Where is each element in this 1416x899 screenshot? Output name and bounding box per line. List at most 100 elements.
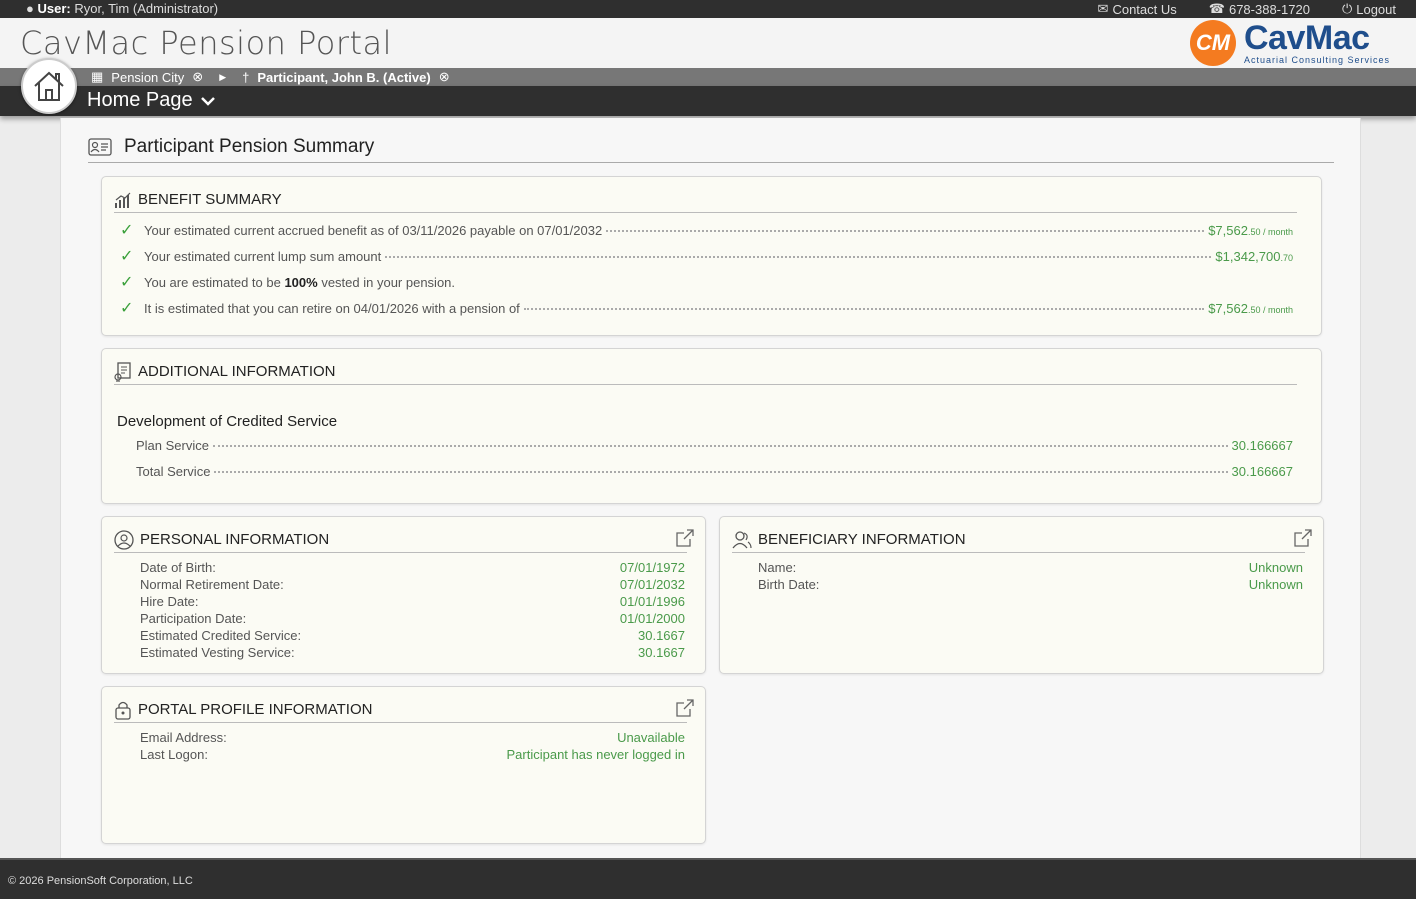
nav-bar: Home Page	[0, 86, 1416, 116]
info-row: Normal Retirement Date: 07/01/2032	[140, 577, 685, 594]
copyright: © 2026 PensionSoft Corporation, LLC	[8, 875, 193, 887]
check-icon: ✓	[120, 300, 134, 317]
personal-info-panel: PERSONAL INFORMATION Date of Birth: 07/01…	[101, 516, 706, 674]
logout-button[interactable]: ⏻ Logout	[1342, 1, 1396, 17]
benefit-cents: .70	[1280, 253, 1293, 263]
beneficiary-info-title: BENEFICIARY INFORMATION	[758, 531, 966, 548]
info-value: 30.1667	[638, 645, 685, 660]
user-circle-icon	[114, 529, 134, 550]
benefit-summary-panel: BENEFIT SUMMARY ✓ Your estimated current…	[101, 176, 1322, 336]
contact-us-label: Contact Us	[1112, 1, 1177, 17]
benefit-period: / month	[1260, 305, 1293, 315]
house-icon	[34, 71, 64, 101]
users-icon	[732, 530, 752, 548]
info-row: Estimated Vesting Service: 30.1667	[140, 645, 685, 662]
breadcrumb-participant[interactable]: Participant, John B. (Active)	[257, 70, 430, 85]
info-value: Unavailable	[617, 730, 685, 745]
id-card-icon	[88, 138, 112, 156]
info-value: Unknown	[1248, 577, 1303, 592]
benefit-amount: $1,342,700	[1215, 249, 1281, 264]
info-value: 07/01/1972	[619, 560, 685, 575]
dot-leader	[523, 308, 1205, 310]
portal-title: CavMac Pension Portal	[20, 24, 393, 62]
logo-mark: CM	[1190, 20, 1236, 66]
clear-participant-icon[interactable]: ⊗	[439, 69, 450, 85]
building-icon: ▦	[91, 69, 104, 84]
info-label: Estimated Credited Service:	[140, 628, 302, 643]
info-value: 07/01/2032	[619, 577, 685, 592]
additional-info-panel: ADDITIONAL INFORMATION Development of Cr…	[101, 348, 1322, 504]
service-label: Total Service	[136, 464, 211, 479]
power-icon: ⏻	[1341, 1, 1353, 16]
page-title-text: Participant Pension Summary	[124, 136, 375, 157]
check-icon: ✓	[120, 222, 134, 239]
certificate-icon	[114, 361, 131, 382]
info-row: Date of Birth: 07/01/1972	[140, 560, 685, 577]
external-link-icon	[1294, 529, 1312, 547]
service-value: 30.166667	[1231, 464, 1293, 479]
current-page-label: Home Page	[87, 89, 193, 111]
info-label: Birth Date:	[758, 577, 820, 592]
vesting-percent: 100%	[284, 275, 318, 290]
vesting-prefix: You are estimated to be	[144, 275, 285, 290]
home-button[interactable]	[21, 58, 77, 114]
benefit-amount: $7,562	[1208, 223, 1248, 238]
service-row: Plan Service 30.166667	[136, 438, 1293, 456]
dot-leader	[606, 230, 1205, 232]
info-row: Name: Unknown	[758, 560, 1303, 577]
benefit-value: $7,562.50 / month	[1208, 223, 1293, 238]
service-value: 30.166667	[1231, 438, 1293, 453]
info-value: Unknown	[1248, 560, 1303, 575]
info-row: Email Address: Unavailable	[140, 730, 685, 747]
info-label: Name:	[758, 560, 797, 575]
portal-profile-header: PORTAL PROFILE INFORMATION	[114, 697, 694, 723]
info-label: Last Logon:	[140, 747, 208, 762]
page-menu[interactable]: Home Page	[87, 89, 215, 112]
benefit-row: ✓ You are estimated to be 100% vested in…	[120, 272, 1293, 291]
open-portal-profile-button[interactable]	[675, 698, 695, 722]
benefit-label: Your estimated current accrued benefit a…	[144, 223, 603, 238]
logout-label: Logout	[1356, 1, 1396, 17]
beneficiary-info-header: BENEFICIARY INFORMATION	[732, 527, 1312, 553]
phone-icon: ☎	[1208, 1, 1225, 16]
benefit-cents: .50	[1247, 305, 1261, 315]
contact-us-link[interactable]: ✉ Contact Us	[1098, 1, 1177, 17]
service-label: Plan Service	[136, 438, 209, 453]
benefit-row: ✓ Your estimated current accrued benefit…	[120, 220, 1293, 239]
page-title: Participant Pension Summary	[88, 132, 1334, 163]
app-header: CavMac Pension Portal CM CavMac Actuaria…	[0, 18, 1416, 68]
info-value: 01/01/2000	[619, 611, 685, 626]
bar-chart-icon	[115, 192, 131, 208]
phone-number: ☎ 678-388-1720	[1209, 1, 1310, 17]
open-personal-info-button[interactable]	[675, 528, 695, 552]
info-label: Estimated Vesting Service:	[140, 645, 295, 660]
info-value: Participant has never logged in	[506, 747, 685, 762]
breadcrumb-separator-icon: ▶	[219, 71, 227, 82]
logo-word: CavMac	[1244, 19, 1370, 57]
info-value: 01/01/1996	[619, 594, 685, 609]
benefit-label: It is estimated that you can retire on 0…	[144, 301, 520, 316]
breadcrumb-org[interactable]: Pension City	[111, 70, 184, 85]
info-label: Email Address:	[140, 730, 227, 745]
phone-label: 678-388-1720	[1228, 1, 1310, 17]
personal-info-header: PERSONAL INFORMATION	[114, 527, 694, 553]
top-bar: ● User: Ryor, Tim (Administrator) ✉ Cont…	[0, 0, 1416, 18]
personal-info-title: PERSONAL INFORMATION	[140, 531, 330, 548]
portal-profile-title: PORTAL PROFILE INFORMATION	[138, 701, 373, 718]
info-row: Estimated Credited Service: 30.1667	[140, 628, 685, 645]
benefit-row: ✓ It is estimated that you can retire on…	[120, 298, 1293, 317]
lock-icon	[115, 701, 131, 720]
vesting-suffix: vested in your pension.	[317, 275, 456, 290]
cavmac-logo: CM CavMac Actuarial Consulting Services	[1190, 20, 1390, 66]
beneficiary-info-panel: BENEFICIARY INFORMATION Name: Unknown Bir…	[719, 516, 1324, 674]
user-icon: ●	[26, 1, 34, 16]
info-row: Last Logon: Participant has never logged …	[140, 747, 685, 764]
open-beneficiary-info-button[interactable]	[1293, 528, 1313, 552]
person-icon: †	[242, 69, 250, 85]
logo-tagline: Actuarial Consulting Services	[1244, 55, 1391, 65]
user-name: Ryor, Tim (Administrator)	[74, 1, 219, 16]
clear-org-icon[interactable]: ⊗	[192, 69, 203, 85]
additional-info-header: ADDITIONAL INFORMATION	[114, 359, 1297, 385]
benefit-value: $1,342,700.70	[1215, 249, 1293, 264]
info-label: Hire Date:	[140, 594, 199, 609]
